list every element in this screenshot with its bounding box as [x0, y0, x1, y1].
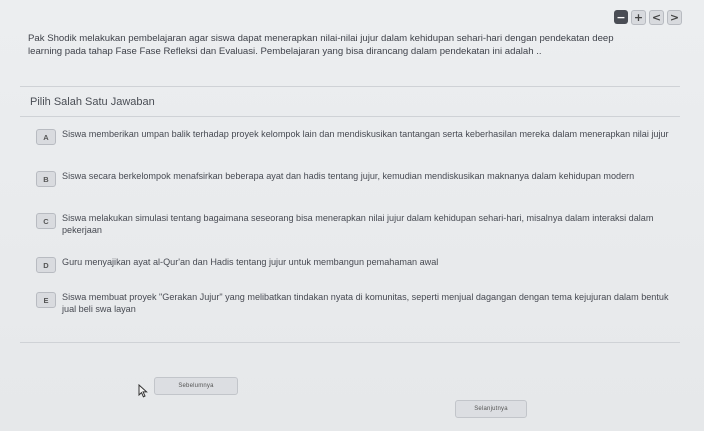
- question-text: Pak Shodik melakukan pembelajaran agar s…: [28, 33, 614, 57]
- option-e[interactable]: E Siswa membuat proyek "Gerakan Jujur" y…: [36, 292, 676, 315]
- option-b[interactable]: B Siswa secara berkelompok menafsirkan b…: [36, 171, 676, 187]
- option-c[interactable]: C Siswa melakukan simulasi tentang bagai…: [36, 213, 676, 236]
- option-text: Siswa melakukan simulasi tentang bagaima…: [62, 213, 654, 235]
- chevron-right-icon: >: [669, 11, 680, 24]
- instruction-label: Pilih Salah Satu Jawaban: [30, 96, 155, 108]
- next-button[interactable]: Selanjutnya: [455, 400, 527, 418]
- plus-icon: +: [633, 11, 644, 24]
- next-page-button[interactable]: >: [667, 10, 682, 25]
- divider: [20, 116, 680, 117]
- option-letter-badge[interactable]: E: [36, 292, 56, 308]
- option-text: Guru menyajikan ayat al-Qur'an dan Hadis…: [62, 257, 439, 267]
- previous-button[interactable]: Sebelumnya: [154, 377, 238, 395]
- zoom-out-button[interactable]: −: [614, 10, 628, 24]
- divider: [20, 342, 680, 343]
- chevron-left-icon: <: [651, 11, 662, 24]
- option-letter-badge[interactable]: A: [36, 129, 56, 145]
- option-letter-badge[interactable]: C: [36, 213, 56, 229]
- window-controls: − + < >: [614, 10, 682, 25]
- option-d[interactable]: D Guru menyajikan ayat al-Qur'an dan Had…: [36, 257, 676, 273]
- option-letter-badge[interactable]: D: [36, 257, 56, 273]
- minus-icon: −: [616, 10, 626, 24]
- option-text: Siswa secara berkelompok menafsirkan beb…: [62, 171, 635, 181]
- prev-page-button[interactable]: <: [649, 10, 664, 25]
- option-letter-badge[interactable]: B: [36, 171, 56, 187]
- option-text: Siswa memberikan umpan balik terhadap pr…: [62, 129, 669, 139]
- divider: [20, 86, 680, 87]
- option-text: Siswa membuat proyek "Gerakan Jujur" yan…: [62, 292, 669, 314]
- quiz-screen: − + < > Pak Shodik melakukan pembelajara…: [0, 0, 704, 431]
- mouse-pointer-icon: [138, 384, 148, 398]
- zoom-in-button[interactable]: +: [631, 10, 646, 25]
- option-a[interactable]: A Siswa memberikan umpan balik terhadap …: [36, 129, 676, 145]
